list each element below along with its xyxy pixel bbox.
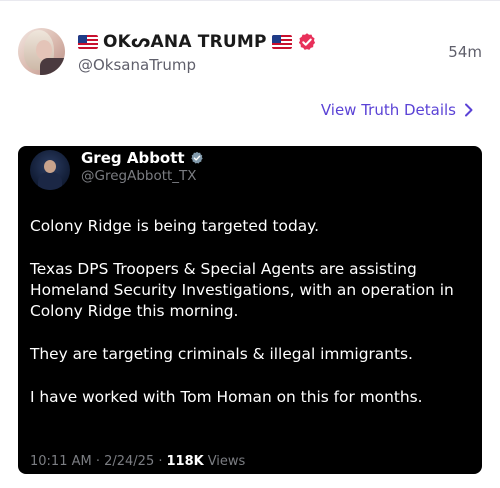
embedded-post-card[interactable]: Greg Abbott @GregAbbott_TX Colony Ridge … (18, 146, 482, 474)
gray-check-badge-icon (190, 151, 203, 164)
display-name-row[interactable]: OKᔕANA TRUMP (78, 30, 317, 54)
paragraph: They are targeting criminals & illegal i… (30, 345, 413, 363)
avatar[interactable] (18, 28, 65, 75)
embedded-meta: 10:11 AM · 2/24/25 · 118K Views (30, 454, 245, 469)
paragraph: Texas DPS Troopers & Special Agents are … (30, 260, 454, 320)
views-count: 118K (166, 454, 204, 469)
top-divider (0, 0, 500, 1)
chevron-right-icon (465, 103, 473, 117)
view-truth-details-label: View Truth Details (320, 101, 456, 119)
views-label: Views (207, 454, 246, 469)
embedded-display-name: Greg Abbott (81, 149, 185, 167)
verified-badge-icon (298, 33, 315, 50)
post-time: 54m (448, 43, 482, 61)
embedded-post-text: Colony Ridge is being targeted today. Te… (30, 216, 470, 430)
user-handle[interactable]: @OksanaTrump (78, 56, 196, 74)
paragraph: I have worked with Tom Homan on this for… (30, 388, 423, 406)
us-flag-icon (271, 35, 292, 49)
embedded-avatar (30, 150, 70, 190)
display-name: OKᔕANA TRUMP (103, 32, 267, 52)
paragraph: Colony Ridge is being targeted today. (30, 217, 319, 235)
embedded-timestamp: 10:11 AM · 2/24/25 · (30, 454, 163, 469)
embedded-name-row: Greg Abbott (81, 149, 204, 167)
embedded-handle: @GregAbbott_TX (81, 168, 197, 184)
us-flag-icon (78, 35, 98, 49)
view-truth-details-link[interactable]: View Truth Details (321, 101, 474, 119)
